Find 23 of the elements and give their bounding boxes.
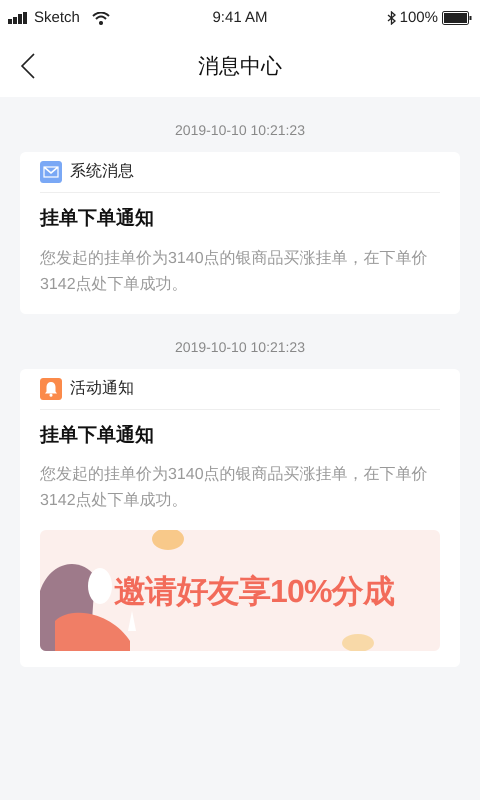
battery-percent: 100% [400, 8, 438, 28]
back-icon [21, 53, 35, 79]
message-title: 挂单下单通知 [40, 206, 155, 231]
message-card[interactable]: 系统消息 挂单下单通知 您发起的挂单价为3140点的银商品买涨挂单，在下单价3142点处下单成功。 [20, 152, 460, 314]
message-body: 您发起的挂单价为3140点的银商品买涨挂单，在下单价3142点处下单成功。 [40, 248, 429, 294]
message-body: 您发起的挂单价为3140点的银商品买涨挂单，在下单价3142点处下单成功。 [40, 464, 429, 511]
message-category: 系统消息 [70, 162, 134, 182]
bell-icon [40, 378, 62, 400]
message-timestamp: 2019-10-10 10:21:23 [175, 338, 305, 356]
message-category: 活动通知 [70, 378, 134, 398]
banner-headline: 邀请好友享10%分成 [114, 572, 394, 610]
message-title: 挂单下单通知 [40, 424, 155, 448]
envelope-icon [40, 161, 62, 183]
wifi-icon [92, 12, 110, 24]
message-card[interactable]: 活动通知 挂单下单通知 您发起的挂单价为3140点的银商品买涨挂单，在下单价3142点处下单成功。 邀请好友享10%分成 [20, 368, 460, 667]
carrier-name: Sketch [34, 8, 80, 28]
bluetooth-icon [386, 11, 396, 25]
clock-time: 9:41 AM [212, 8, 268, 28]
signal-icon [8, 12, 30, 24]
coin-icon [150, 530, 186, 552]
page-title: 消息中心 [198, 54, 282, 80]
message-timestamp: 2019-10-10 10:21:23 [175, 121, 305, 140]
battery-icon [442, 11, 472, 25]
